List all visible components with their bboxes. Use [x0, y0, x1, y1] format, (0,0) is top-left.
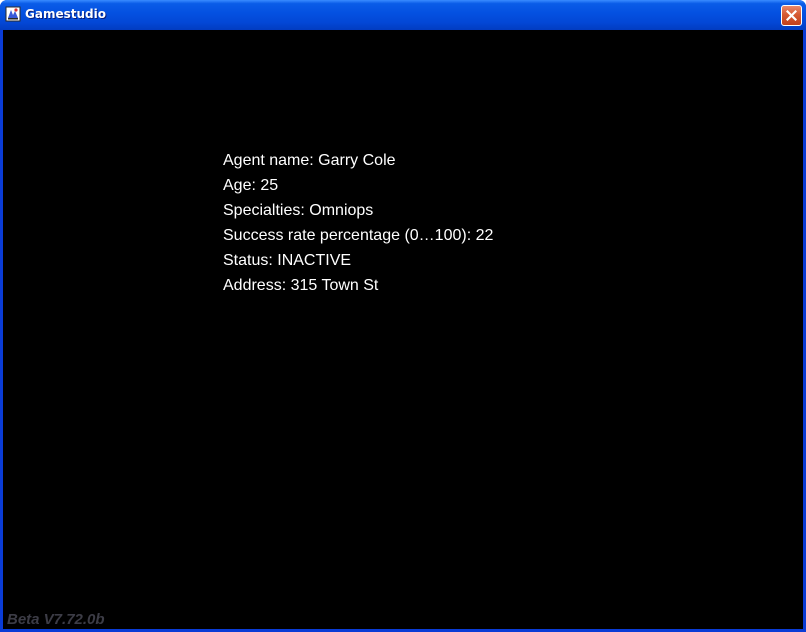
close-button[interactable] [781, 5, 802, 26]
title-bar[interactable]: Gamestudio [0, 0, 806, 30]
gamestudio-app-icon[interactable] [5, 6, 21, 22]
app-window: Gamestudio Agent name: Garry Cole Age: 2… [0, 0, 806, 632]
version-label: Beta V7.72.0b [7, 611, 105, 628]
agent-address-text: Address: 315 Town St [223, 277, 379, 294]
agent-specialties-text: Specialties: Omniops [223, 202, 374, 219]
agent-name-text: Agent name: Garry Cole [223, 152, 396, 169]
agent-status-text: Status: INACTIVE [223, 252, 352, 269]
agent-success-rate-text: Success rate percentage (0…100): 22 [223, 227, 494, 244]
window-title: Gamestudio [25, 7, 106, 21]
agent-info-panel: Agent name: Garry Cole Age: 25 Specialti… [223, 148, 493, 298]
close-icon [786, 10, 797, 21]
game-viewport[interactable]: Agent name: Garry Cole Age: 25 Specialti… [3, 30, 803, 629]
agent-age-text: Age: 25 [223, 177, 279, 194]
